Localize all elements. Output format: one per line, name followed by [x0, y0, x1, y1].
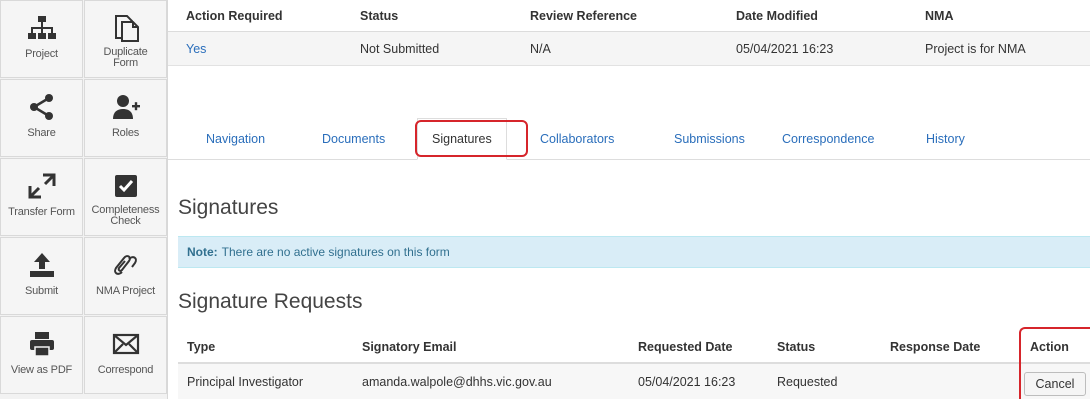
request-status: Requested: [777, 374, 838, 389]
correspond-label: Correspond: [97, 364, 154, 376]
duplicate-form-button[interactable]: Duplicate Form: [84, 0, 167, 78]
info-header-row: Action Required Status Review Reference …: [168, 0, 1090, 32]
signature-requests-title: Signature Requests: [178, 290, 363, 313]
note-label: Note:: [187, 245, 218, 259]
correspond-button[interactable]: Correspond: [84, 316, 167, 394]
action-required-value[interactable]: Yes: [186, 32, 206, 65]
completeness-check-label: Completeness Check: [91, 204, 160, 227]
transfer-form-label: Transfer Form: [8, 206, 75, 218]
signatures-note: Note: There are no active signatures on …: [178, 236, 1090, 268]
share-button[interactable]: Share: [0, 79, 83, 157]
submit-button[interactable]: Submit: [0, 237, 83, 315]
nma-project-button[interactable]: NMA Project: [84, 237, 167, 315]
request-email: amanda.walpole@dhhs.vic.gov.au: [362, 374, 552, 389]
tab-documents[interactable]: Documents: [322, 118, 385, 159]
nma-value: Project is for NMA: [925, 41, 1026, 56]
info-value-row: Yes Not Submitted N/A 05/04/2021 16:23 P…: [168, 32, 1090, 66]
tab-submissions[interactable]: Submissions: [674, 118, 745, 159]
review-reference-value: N/A: [530, 41, 551, 56]
request-status-header: Status: [777, 339, 816, 354]
request-date: 05/04/2021 16:23: [638, 374, 736, 389]
tab-history[interactable]: History: [926, 118, 965, 159]
envelope-icon: [111, 329, 141, 359]
project-label: Project: [25, 48, 58, 60]
nma-header: NMA: [925, 8, 954, 23]
signatures-title: Signatures: [178, 196, 279, 219]
upload-icon: [27, 250, 57, 280]
view-as-pdf-button[interactable]: View as PDF: [0, 316, 83, 394]
roles-label: Roles: [111, 127, 140, 139]
note-text: There are no active signatures on this f…: [221, 245, 450, 259]
share-label: Share: [27, 127, 56, 139]
duplicate-icon: [111, 13, 141, 43]
view-as-pdf-label: View as PDF: [10, 364, 73, 376]
nma-icon: [111, 250, 141, 280]
transfer-form-button[interactable]: Transfer Form: [0, 158, 83, 236]
action-required-header: Action Required: [186, 8, 283, 23]
tab-correspondence[interactable]: Correspondence: [782, 118, 874, 159]
request-type: Principal Investigator: [187, 374, 304, 389]
project-button[interactable]: Project: [0, 0, 83, 78]
table-row: Principal Investigator amanda.walpole@dh…: [178, 364, 1090, 399]
status-value: Not Submitted: [360, 41, 440, 56]
requests-header-row: Type Signatory Email Requested Date Stat…: [178, 331, 1090, 364]
nma-project-label: NMA Project: [96, 285, 155, 297]
share-icon: [27, 92, 57, 122]
submit-label: Submit: [24, 285, 59, 297]
action-header: Action: [1030, 339, 1069, 354]
tab-signatures[interactable]: Signatures: [417, 118, 507, 160]
roles-icon: [111, 92, 141, 122]
duplicate-form-label: Duplicate Form: [103, 46, 148, 69]
sidebar: Project Duplicate Form Share Roles Trans…: [0, 0, 168, 399]
project-icon: [27, 13, 57, 43]
date-modified-header: Date Modified: [736, 8, 818, 23]
tab-collaborators[interactable]: Collaborators: [540, 118, 614, 159]
form-info-table: Action Required Status Review Reference …: [168, 0, 1090, 80]
signatory-email-header: Signatory Email: [362, 339, 457, 354]
response-date-header: Response Date: [890, 339, 981, 354]
checkbox-icon: [111, 171, 141, 201]
form-tabs: Navigation Documents Signatures Collabor…: [168, 118, 1090, 160]
cancel-button[interactable]: Cancel: [1024, 372, 1086, 396]
type-header: Type: [187, 339, 216, 354]
date-modified-value: 05/04/2021 16:23: [736, 41, 834, 56]
completeness-check-button[interactable]: Completeness Check: [84, 158, 167, 236]
printer-icon: [27, 329, 57, 359]
roles-button[interactable]: Roles: [84, 79, 167, 157]
tab-navigation[interactable]: Navigation: [206, 118, 265, 159]
status-header: Status: [360, 8, 399, 23]
requested-date-header: Requested Date: [638, 339, 733, 354]
transfer-icon: [27, 171, 57, 201]
review-reference-header: Review Reference: [530, 8, 638, 23]
